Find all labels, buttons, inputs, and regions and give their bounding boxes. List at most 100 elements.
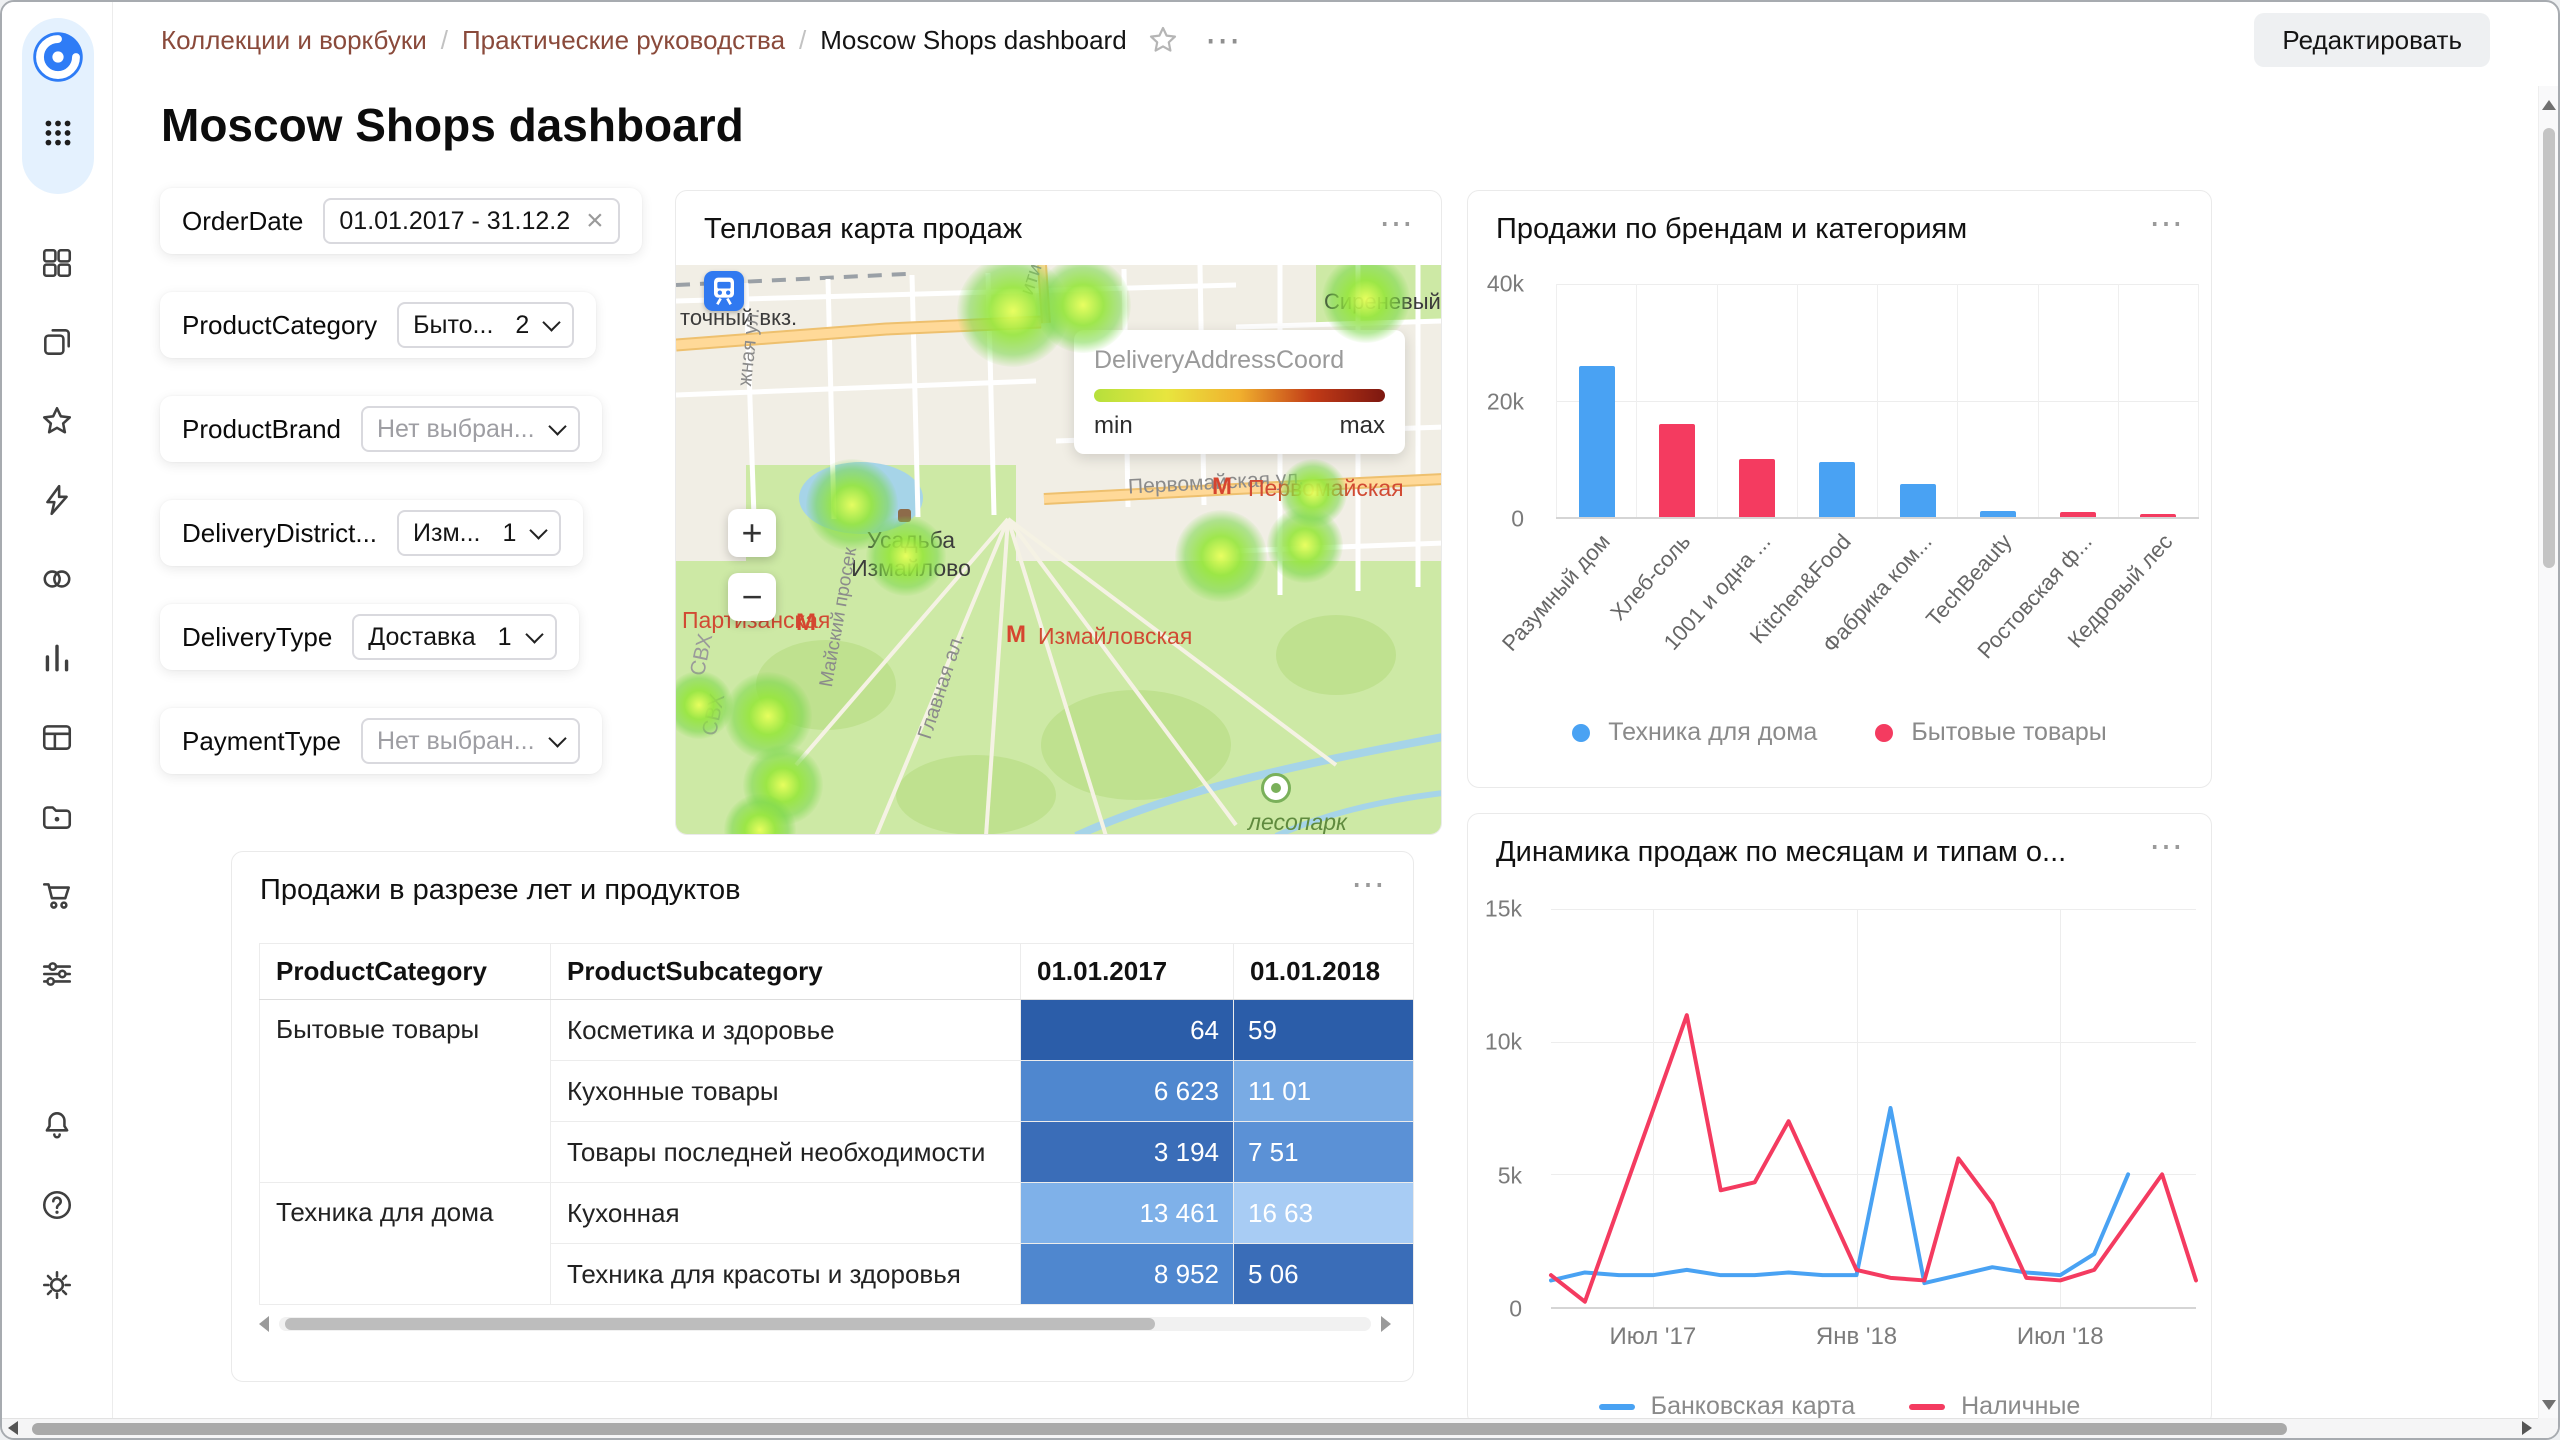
scrollbar-track[interactable] [279,1317,1371,1331]
edit-button[interactable]: Редактировать [2254,13,2490,67]
sidebar-icon-editor[interactable] [34,477,80,523]
sidebar-icon-favorites[interactable] [34,398,80,444]
bar[interactable] [1979,510,2016,517]
line-x-axis: Июл '17 Янв '18 Июл '18 [1551,1323,2196,1357]
horizontal-scrollbar-thumb[interactable] [32,1423,2287,1435]
vertical-scrollbar[interactable] [2538,86,2558,1418]
table-category-cell: Техника для дома [259,1182,551,1305]
filter-productbrand: ProductBrand Нет выбран... [160,396,602,462]
map-canvas[interactable]: точный вкз. Сиреневый итинская ул. жная … [676,265,1441,834]
legend-label[interactable]: Бытовые товары [1911,718,2106,747]
filter-deliverytype: DeliveryType Доставка 1 [160,604,579,670]
notifications-bell-icon[interactable] [34,1102,80,1148]
bar[interactable] [1578,365,1615,517]
scroll-up-icon[interactable] [2542,100,2556,110]
bar[interactable] [1819,461,1856,517]
settings-gear-icon[interactable] [34,1262,80,1308]
favorite-star-icon[interactable] [1147,24,1179,56]
datalens-logo-icon[interactable] [31,30,85,84]
legend-label[interactable]: Банковская карта [1651,1392,1855,1418]
scroll-right-icon[interactable] [1381,1316,1391,1332]
sidebar-icon-workbooks[interactable] [34,319,80,365]
main-content: Коллекции и воркбуки / Практические руко… [113,2,2538,1418]
widget-menu-icon[interactable]: ⋯ [2149,830,2185,864]
table-subcategory-cell: Косметика и здоровье [550,999,1021,1061]
table-value-cell: 6 623 [1020,1060,1234,1122]
legend-dot [1572,723,1591,742]
pivot-table: ProductCategory ProductSubcategory 01.01.2… [259,943,1413,1305]
table-horizontal-scrollbar[interactable] [259,1315,1391,1333]
bar-plot[interactable]: Разумный дом Хлеб-соль 1001 и одна ... Kitc… [1497,284,2199,663]
line-chart-widget: Динамика продаж по месяцам и типам о... … [1467,813,2212,1418]
filter-placeholder: Нет выбран... [376,414,535,443]
apps-grid-icon[interactable] [35,110,81,156]
table-value-cell: 3 194 [1020,1121,1234,1183]
sidebar-icon-storage[interactable] [34,793,80,839]
line-x-tick-label: Июл '18 [2016,1323,2104,1350]
deliverytype-select[interactable]: Доставка 1 [352,614,557,660]
bar-category-column: TechBeauty [1921,284,2037,631]
page-title: Moscow Shops dashboard [161,99,744,151]
breadcrumb-collections[interactable]: Коллекции и воркбуки [161,25,427,56]
sidebar-icon-collections[interactable] [34,240,80,286]
filter-value: Доставка [368,622,476,651]
productbrand-select[interactable]: Нет выбран... [360,406,580,452]
filter-value: Быто... [413,310,494,339]
table-value-cell: 8 952 [1020,1243,1234,1305]
horizontal-scrollbar[interactable] [2,1418,2558,1438]
widget-menu-icon[interactable]: ⋯ [1379,207,1415,241]
breadcrumb-guides[interactable]: Практические руководства [462,25,785,56]
filter-count-badge: 2 [515,310,530,339]
paymenttype-select[interactable]: Нет выбран... [360,718,580,764]
deliverydistrict-select[interactable]: Изм... 1 [397,510,562,556]
table-value-cell: 64 [1020,999,1234,1061]
breadcrumb-more-icon[interactable]: ⋯ [1205,22,1243,58]
filters-panel: OrderDate 01.01.2017 - 31.12.2 × Product… [160,188,642,774]
zoom-in-button[interactable]: + [728,509,776,557]
scroll-left-icon[interactable] [8,1421,18,1435]
bar[interactable] [2060,511,2097,517]
line-y-axis: 0 5k 10k 15k [1468,896,1538,1322]
line-plot[interactable] [1549,909,2198,1309]
clear-icon[interactable]: × [586,206,604,236]
help-icon[interactable] [34,1182,80,1228]
widget-menu-icon[interactable]: ⋯ [2149,207,2185,241]
legend-label[interactable]: Техника для дома [1608,718,1817,747]
bar-category-column: 1001 и одна ... [1659,284,1797,655]
scroll-down-icon[interactable] [2542,1400,2556,1410]
vertical-scrollbar-thumb[interactable] [2543,128,2555,568]
line-y-tick-label: 0 [1509,1295,1522,1322]
park-poi-icon [1261,773,1291,803]
filter-productcategory: ProductCategory Быто... 2 [160,292,597,358]
sidebar-icon-charts[interactable] [34,635,80,681]
sidebar-icon-services[interactable] [34,951,80,997]
table-value-cell: 5 06 [1233,1243,1413,1305]
bar-y-tick-label: 40k [1486,270,1524,297]
bar[interactable] [2140,514,2177,517]
filter-label: DeliveryDistrict... [182,517,378,548]
topbar: Коллекции и воркбуки / Практические руко… [113,2,2538,78]
filter-orderdate: OrderDate 01.01.2017 - 31.12.2 × [160,188,642,254]
bar[interactable] [1899,484,1936,517]
zoom-out-button[interactable]: − [728,573,776,621]
sidebar-icon-datasets[interactable] [34,556,80,602]
bar[interactable] [1658,423,1695,517]
bar-x-label: Разумный дом [1497,529,1616,656]
orderdate-input[interactable]: 01.01.2017 - 31.12.2 × [323,198,620,244]
map-park-label: лесопарк [1248,809,1347,834]
productcategory-select[interactable]: Быто... 2 [397,302,575,348]
scroll-right-icon[interactable] [2522,1421,2532,1435]
breadcrumb-separator: / [440,24,448,55]
sidebar-icon-marketplace[interactable] [34,872,80,918]
filter-value: Изм... [413,518,481,547]
scrollbar-thumb[interactable] [285,1318,1155,1330]
legend-label[interactable]: Наличные [1961,1392,2080,1418]
bar[interactable] [1739,458,1776,517]
table-row: Техника для дома Кухонная 13 461 16 63 [259,1182,1413,1305]
filter-label: ProductBrand [182,413,341,444]
bar-category-column: Фабрика ком... [1817,284,1957,657]
scroll-left-icon[interactable] [259,1316,269,1332]
sidebar-icon-dashboards[interactable] [34,714,80,760]
table-header-row: ProductCategory ProductSubcategory 01.01.2… [259,943,1413,1000]
widget-menu-icon[interactable]: ⋯ [1351,868,1387,902]
